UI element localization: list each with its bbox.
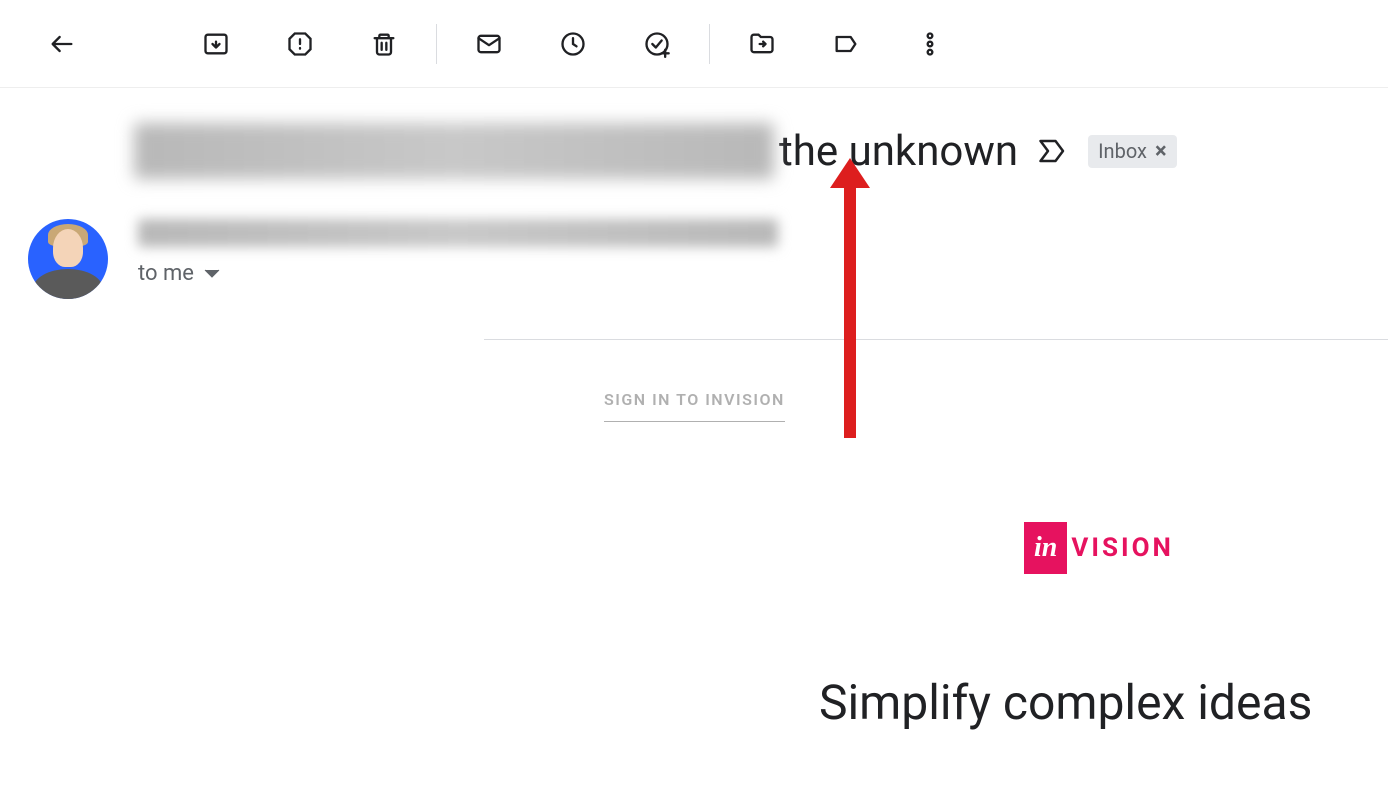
delete-button[interactable] — [360, 20, 408, 68]
envelope-icon — [475, 30, 503, 58]
clock-icon — [559, 30, 587, 58]
archive-button[interactable] — [192, 20, 240, 68]
trash-icon — [370, 30, 398, 58]
subject-redacted — [134, 123, 774, 179]
inbox-label-chip[interactable]: Inbox × — [1088, 135, 1177, 168]
subject-row: the unknown Inbox × — [134, 123, 1364, 179]
important-marker[interactable] — [1038, 137, 1068, 165]
subject-visible: the unknown — [779, 127, 1018, 176]
recipient-dropdown[interactable]: to me — [138, 261, 1364, 286]
sender-row: to me — [24, 219, 1364, 299]
more-vertical-icon — [916, 30, 944, 58]
label-icon — [832, 30, 860, 58]
more-button[interactable] — [906, 20, 954, 68]
inbox-label-text: Inbox — [1098, 139, 1147, 163]
sender-avatar[interactable] — [28, 219, 108, 299]
mark-unread-button[interactable] — [465, 20, 513, 68]
snooze-button[interactable] — [549, 20, 597, 68]
move-to-button[interactable] — [738, 20, 786, 68]
toolbar-divider — [709, 24, 710, 64]
recipient-text: to me — [138, 261, 194, 286]
sender-redacted — [138, 219, 778, 247]
chevron-down-icon — [204, 269, 220, 279]
spam-icon — [286, 30, 314, 58]
email-heading: Simplify complex ideas — [819, 674, 1388, 731]
archive-icon — [202, 30, 230, 58]
labels-button[interactable] — [822, 20, 870, 68]
back-arrow-icon — [48, 30, 76, 58]
logo-box: in — [1024, 522, 1067, 574]
sender-info: to me — [138, 219, 1364, 286]
add-to-tasks-button[interactable] — [633, 20, 681, 68]
email-toolbar — [0, 0, 1388, 88]
invision-logo: in VISION — [1024, 522, 1388, 574]
email-body: SIGN IN TO INVISION in VISION Simplify c… — [484, 339, 1388, 731]
report-spam-button[interactable] — [276, 20, 324, 68]
back-button[interactable] — [38, 20, 86, 68]
email-content: the unknown Inbox × to me SIGN IN TO INV… — [0, 88, 1388, 731]
logo-text: VISION — [1071, 533, 1173, 563]
remove-label-icon[interactable]: × — [1155, 139, 1167, 164]
move-folder-icon — [748, 30, 776, 58]
toolbar-divider — [436, 24, 437, 64]
signin-link[interactable]: SIGN IN TO INVISION — [604, 390, 785, 422]
importance-icon — [1038, 137, 1068, 165]
add-task-icon — [643, 30, 671, 58]
